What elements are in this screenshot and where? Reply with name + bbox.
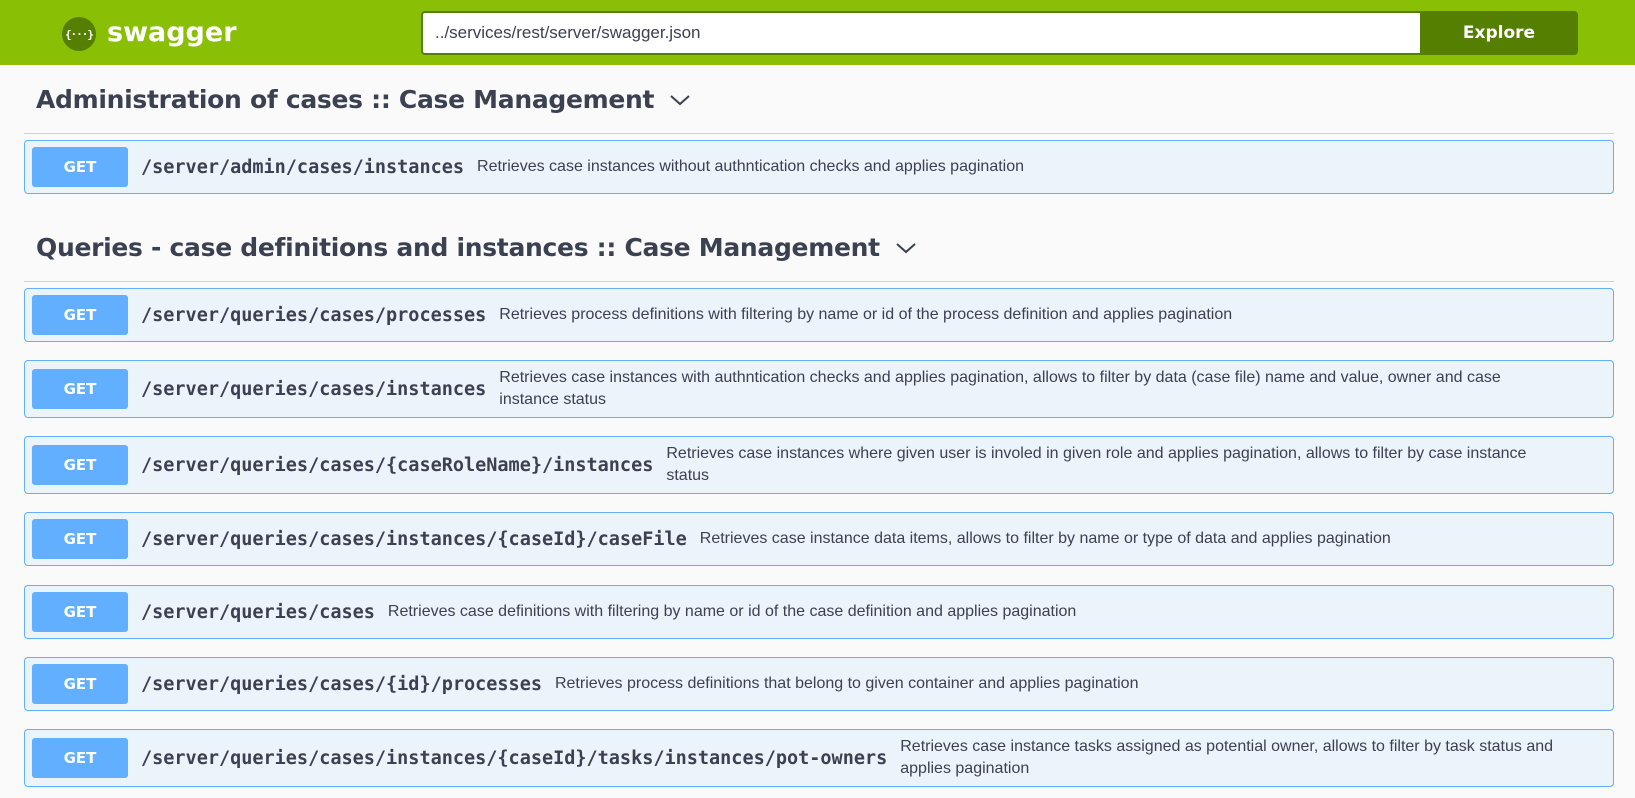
section-header-queries-cases[interactable]: Queries - case definitions and instances… (24, 214, 1614, 282)
operation-description: Retrieves process definitions with filte… (499, 306, 1233, 323)
swagger-logo-text: swagger (107, 17, 237, 48)
operation-path: /server/queries/cases/instances/{caseId}… (141, 747, 888, 769)
method-badge-get: GET (32, 738, 128, 778)
operation-row[interactable]: GET /server/queries/cases Retrieves case… (24, 585, 1614, 639)
operation-description: Retrieves case instances with authnticat… (499, 369, 1501, 408)
section-header-admin-cases[interactable]: Administration of cases :: Case Manageme… (24, 66, 1614, 134)
operation-path: /server/admin/cases/instances (141, 156, 465, 178)
operation-row[interactable]: GET /server/admin/cases/instances Retrie… (24, 140, 1614, 194)
operation-description: Retrieves process definitions that belon… (554, 675, 1139, 692)
method-badge-get: GET (32, 147, 128, 187)
operation-description: Retrieves case definitions with filterin… (387, 603, 1077, 620)
operation-description: Retrieves case instances where given use… (666, 445, 1527, 484)
section-title: Queries - case definitions and instances… (36, 233, 880, 262)
spec-url-input[interactable] (421, 11, 1420, 55)
top-bar: {···} swagger Explore (0, 0, 1635, 65)
chevron-down-icon[interactable] (894, 236, 918, 260)
method-badge-get: GET (32, 369, 128, 409)
operation-path: /server/queries/cases/{caseRoleName}/ins… (141, 454, 654, 476)
operation-row[interactable]: GET /server/queries/cases/{id}/processes… (24, 657, 1614, 711)
method-badge-get: GET (32, 592, 128, 632)
operation-row[interactable]: GET /server/queries/cases/instances/{cas… (24, 512, 1614, 566)
method-badge-get: GET (32, 295, 128, 335)
method-badge-get: GET (32, 519, 128, 559)
section-title: Administration of cases :: Case Manageme… (36, 85, 655, 114)
chevron-down-icon[interactable] (668, 88, 692, 112)
operation-path: /server/queries/cases/processes (141, 304, 487, 326)
explore-button[interactable]: Explore (1420, 11, 1578, 55)
operation-path: /server/queries/cases/{id}/processes (141, 673, 542, 695)
operation-row[interactable]: GET /server/queries/cases/{caseRoleName}… (24, 436, 1614, 494)
operation-description: Retrieves case instance data items, allo… (699, 530, 1391, 547)
swagger-logo-icon: {···} (62, 17, 96, 51)
operation-path: /server/queries/cases (141, 601, 375, 623)
method-badge-get: GET (32, 664, 128, 704)
operation-description: Retrieves case instances without authnti… (477, 158, 1025, 175)
operation-description: Retrieves case instance tasks assigned a… (900, 738, 1554, 777)
operation-path: /server/queries/cases/instances/{caseId}… (141, 528, 687, 550)
operation-row[interactable]: GET /server/queries/cases/instances/{cas… (24, 729, 1614, 787)
operation-row[interactable]: GET /server/queries/cases/instances Retr… (24, 360, 1614, 418)
method-badge-get: GET (32, 445, 128, 485)
operation-row[interactable]: GET /server/queries/cases/processes Retr… (24, 288, 1614, 342)
operation-path: /server/queries/cases/instances (141, 378, 487, 400)
